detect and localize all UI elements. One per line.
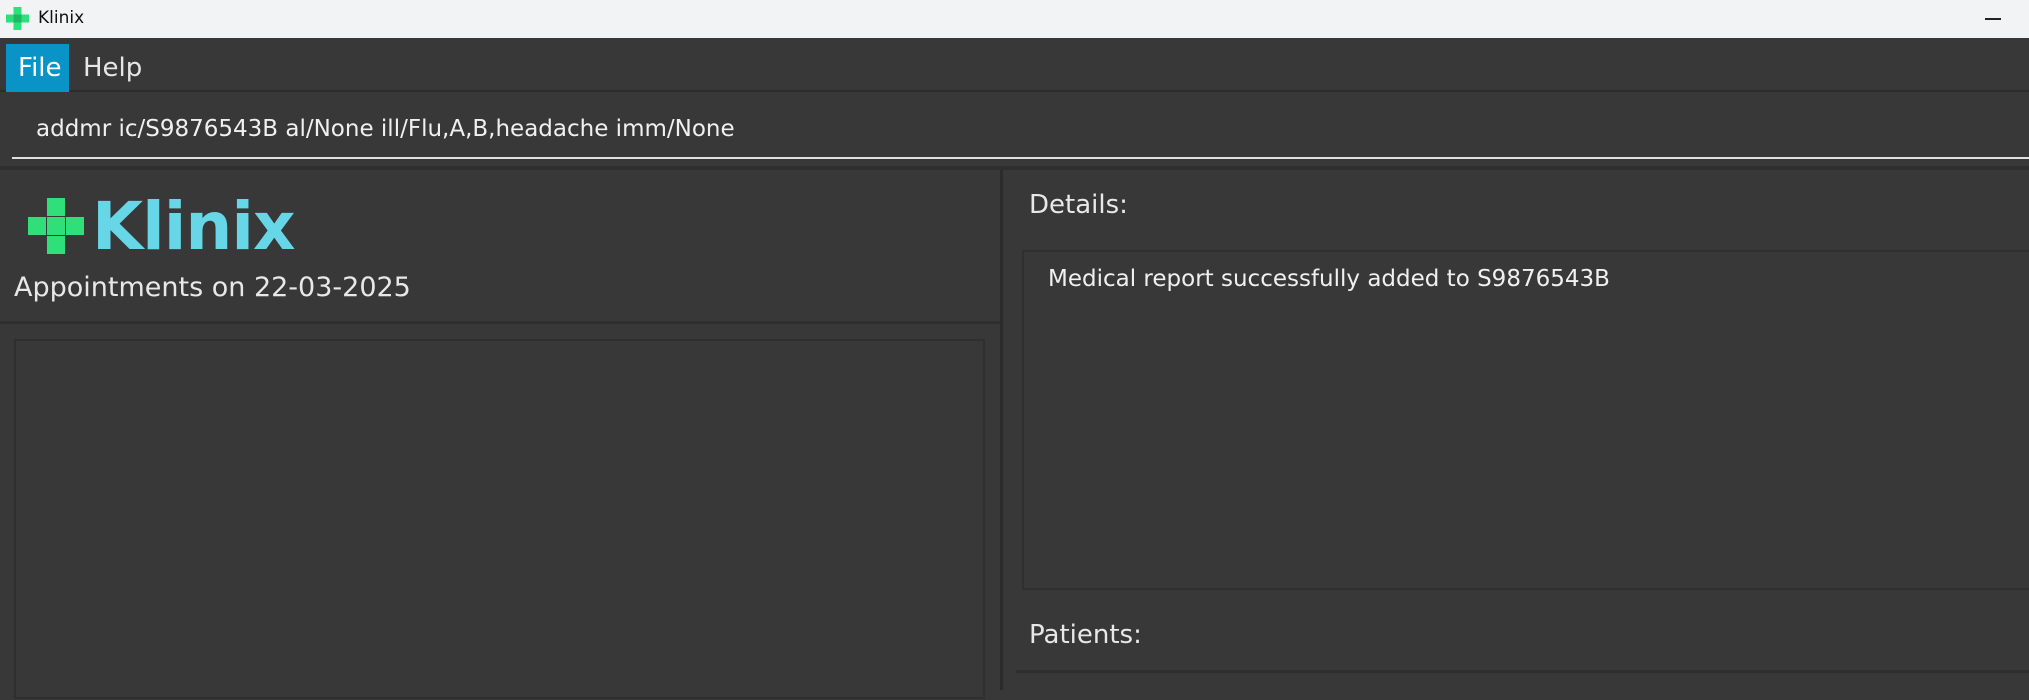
command-input-underline xyxy=(12,157,2029,159)
appointments-list[interactable] xyxy=(14,339,985,699)
details-output-box[interactable]: Medical report successfully added to S98… xyxy=(1022,250,2029,590)
result-message: Medical report successfully added to S98… xyxy=(1048,266,1610,292)
appointments-title: Appointments on 22-03-2025 xyxy=(14,272,411,303)
patients-list[interactable] xyxy=(1016,670,2029,700)
appointments-panel: Klinix Appointments on 22-03-2025 xyxy=(0,170,1003,699)
command-input[interactable]: addmr ic/S9876543B al/None ill/Flu,A,B,h… xyxy=(36,116,735,142)
app-logo: Klinix xyxy=(28,186,296,266)
logo-cross-icon xyxy=(28,198,84,254)
logo-text: Klinix xyxy=(92,187,296,265)
minimize-button[interactable] xyxy=(1972,0,2014,38)
menu-help[interactable]: Help xyxy=(71,44,154,92)
green-cross-icon xyxy=(6,7,29,30)
minimize-icon xyxy=(1985,18,2001,20)
window-title-bar: Klinix xyxy=(0,0,2029,38)
menu-file[interactable]: File xyxy=(6,44,69,92)
window-title: Klinix xyxy=(38,8,85,28)
command-box[interactable]: addmr ic/S9876543B al/None ill/Flu,A,B,h… xyxy=(0,92,2029,162)
menu-bar: File Help xyxy=(0,38,2029,92)
details-panel: Details: Medical report successfully add… xyxy=(1006,170,2029,700)
appointments-divider xyxy=(0,321,1000,324)
patients-label: Patients: xyxy=(1029,620,1142,650)
details-label: Details: xyxy=(1029,190,1128,220)
